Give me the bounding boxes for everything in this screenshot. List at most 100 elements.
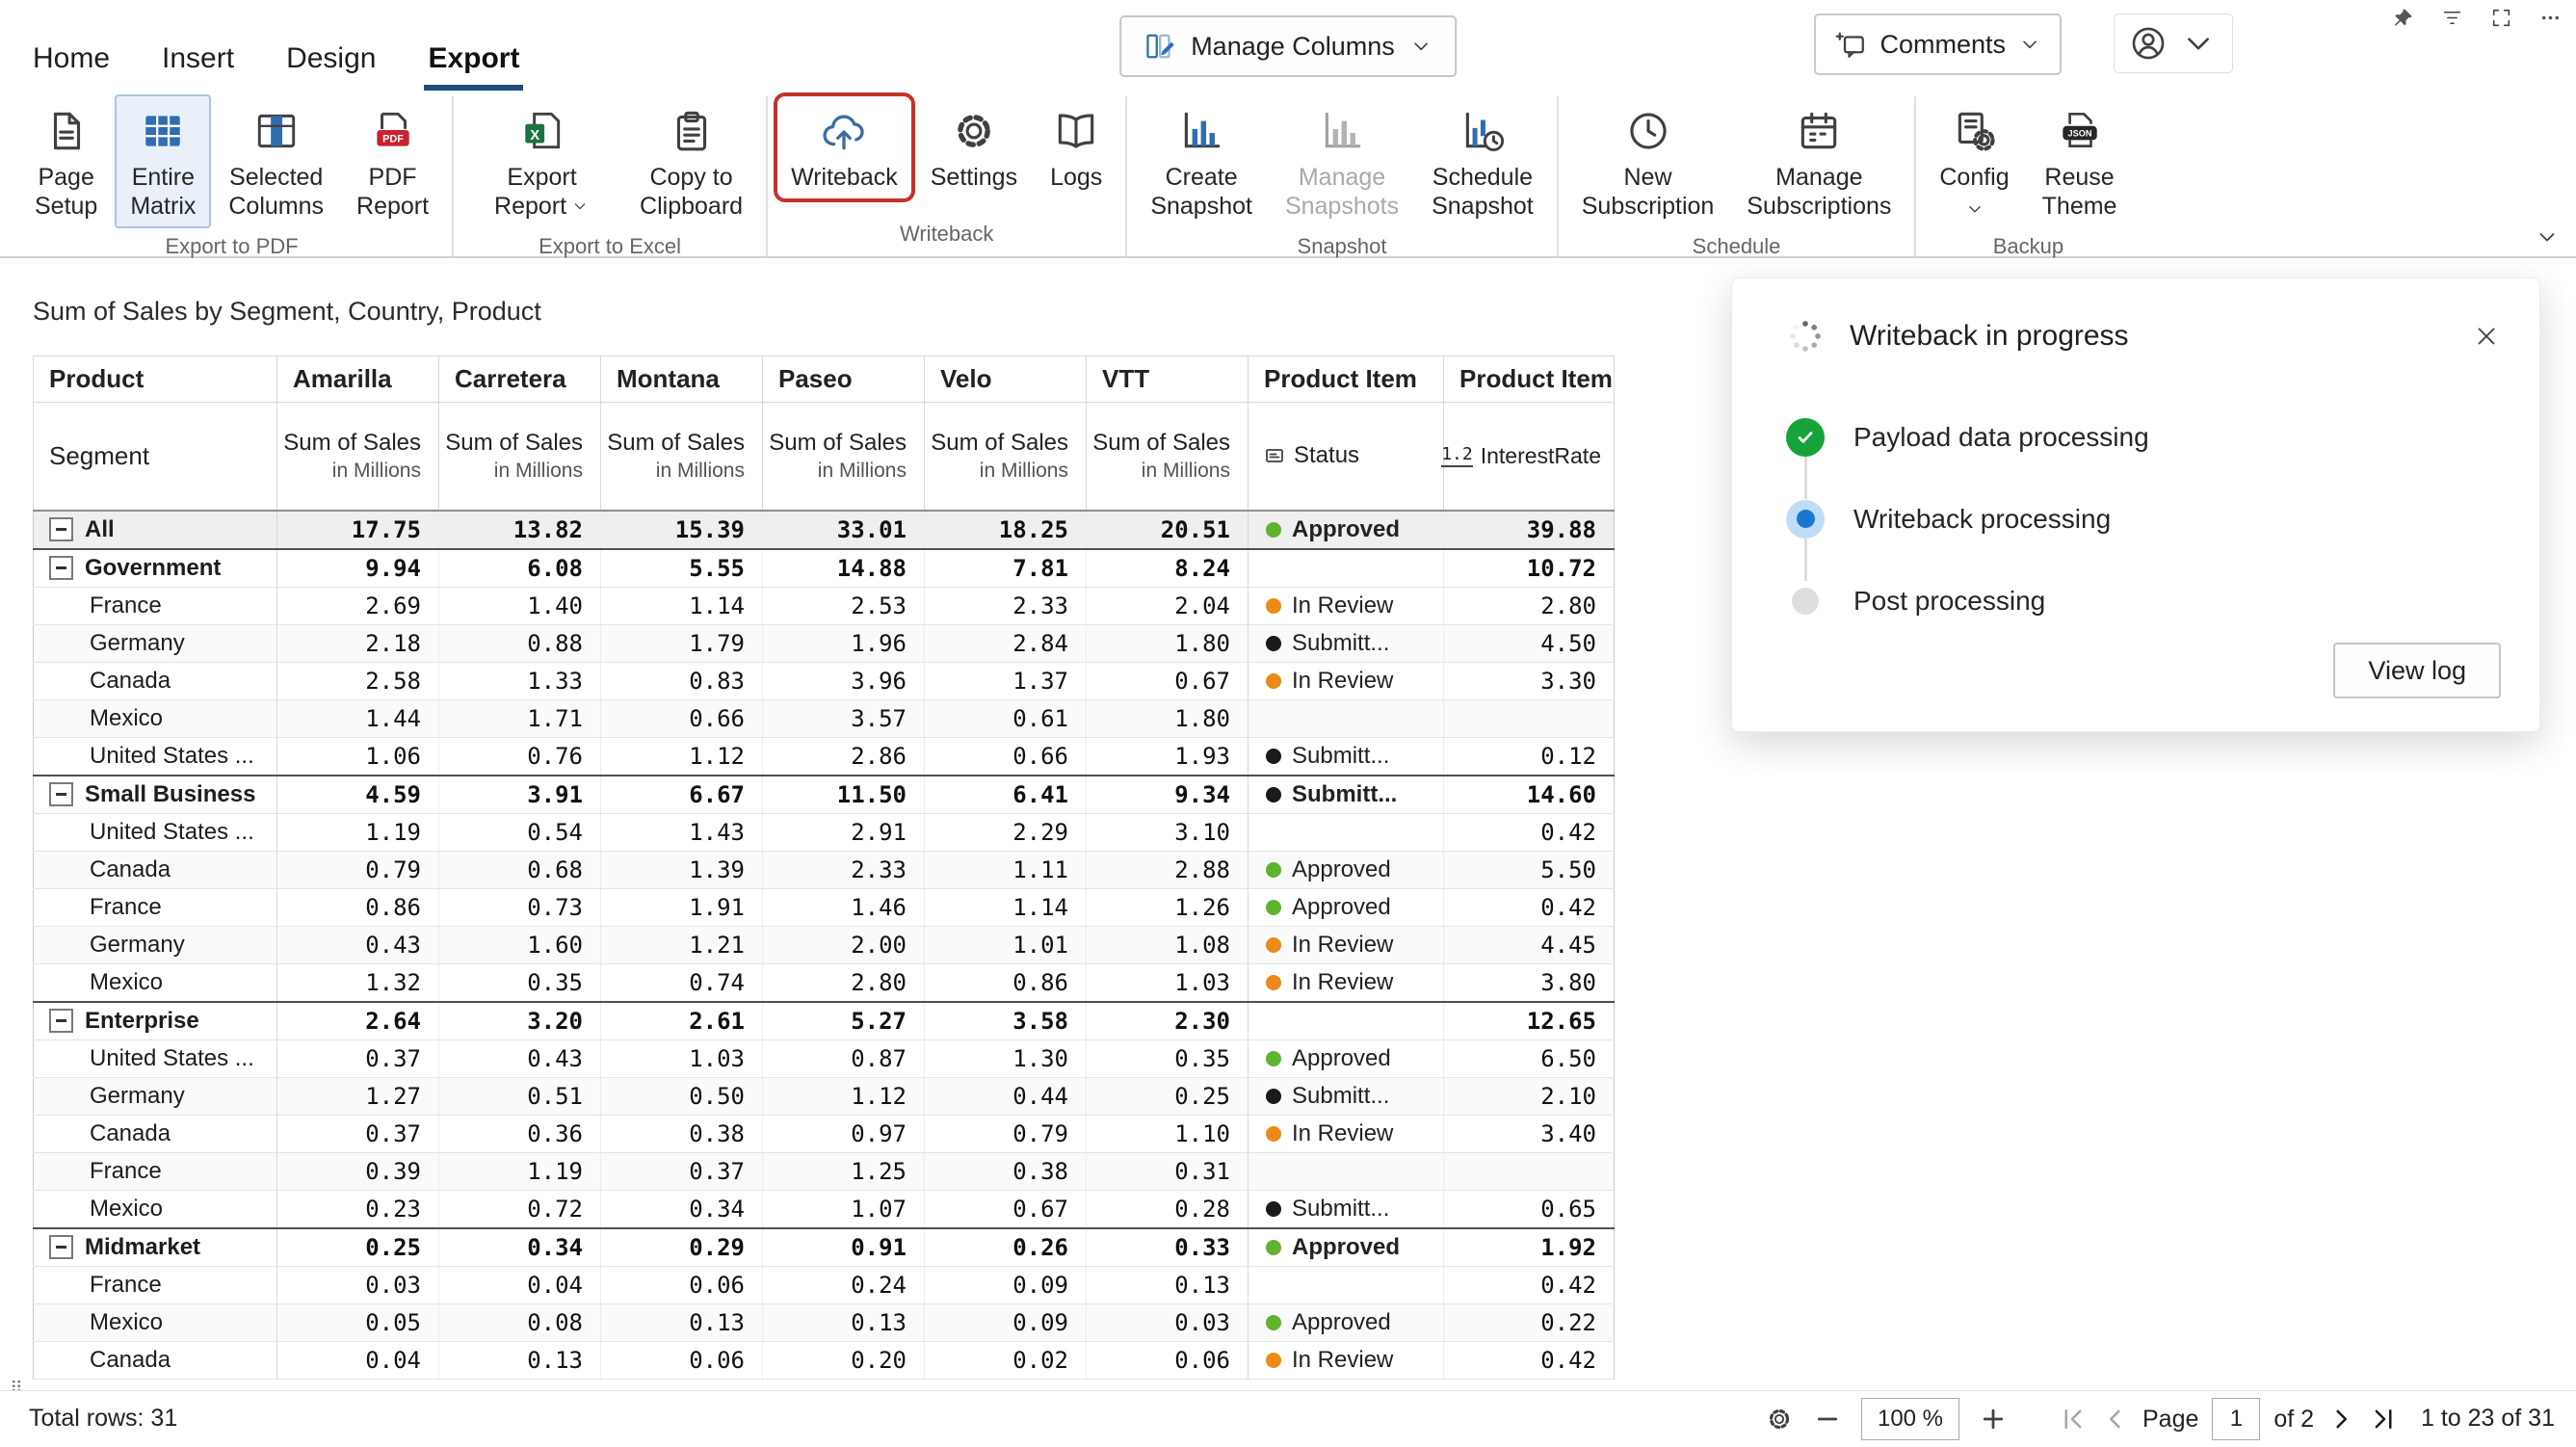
row-label-cell[interactable]: Germany bbox=[34, 624, 277, 662]
sales-value-cell[interactable]: 1.19 bbox=[277, 813, 439, 851]
sales-value-cell[interactable]: 0.33 bbox=[1087, 1228, 1249, 1267]
sales-value-cell[interactable]: 1.14 bbox=[925, 888, 1087, 926]
row-label-cell[interactable]: Germany bbox=[34, 926, 277, 963]
row-label-cell[interactable]: Canada bbox=[34, 851, 277, 888]
collapse-icon[interactable] bbox=[49, 1235, 73, 1259]
sales-value-cell[interactable]: 1.79 bbox=[601, 624, 763, 662]
sales-value-cell[interactable]: 3.57 bbox=[763, 699, 925, 737]
sales-value-cell[interactable]: 2.04 bbox=[1087, 587, 1249, 624]
sales-value-cell[interactable]: 6.41 bbox=[925, 776, 1087, 814]
sales-value-cell[interactable]: 0.97 bbox=[763, 1115, 925, 1152]
sales-value-cell[interactable]: 17.75 bbox=[277, 511, 439, 549]
row-label-cell[interactable]: Small Business bbox=[34, 776, 277, 814]
sales-value-cell[interactable]: 0.37 bbox=[601, 1152, 763, 1190]
pin-icon[interactable] bbox=[2391, 6, 2415, 30]
interestrate-cell[interactable]: 2.80 bbox=[1444, 587, 1615, 624]
sales-value-cell[interactable]: 2.80 bbox=[763, 963, 925, 1002]
sales-value-cell[interactable]: 3.58 bbox=[925, 1002, 1087, 1040]
sales-value-cell[interactable]: 6.08 bbox=[439, 549, 601, 588]
sales-value-cell[interactable]: 2.00 bbox=[763, 926, 925, 963]
row-label-cell[interactable]: Canada bbox=[34, 1341, 277, 1379]
sales-value-cell[interactable]: 0.04 bbox=[277, 1341, 439, 1379]
ribbon-button-new-subscription[interactable]: New Subscription bbox=[1568, 96, 1728, 226]
sales-value-cell[interactable]: 1.12 bbox=[601, 737, 763, 776]
sales-value-cell[interactable]: 0.26 bbox=[925, 1228, 1087, 1267]
column-header-vtt[interactable]: VTT bbox=[1087, 356, 1249, 403]
sales-value-cell[interactable]: 0.87 bbox=[763, 1039, 925, 1077]
column-header-montana[interactable]: Montana bbox=[601, 356, 763, 403]
focus-mode-icon[interactable] bbox=[2489, 6, 2513, 30]
status-cell[interactable]: Submitt... bbox=[1249, 624, 1444, 662]
row-label-cell[interactable]: Mexico bbox=[34, 1303, 277, 1341]
column-header-amarilla[interactable]: Amarilla bbox=[277, 356, 439, 403]
ribbon-button-create-snapshot[interactable]: Create Snapshot bbox=[1137, 96, 1266, 226]
sales-value-cell[interactable]: 0.09 bbox=[925, 1303, 1087, 1341]
sales-value-cell[interactable]: 0.02 bbox=[925, 1341, 1087, 1379]
sales-value-cell[interactable]: 1.06 bbox=[277, 737, 439, 776]
sales-value-cell[interactable]: 2.29 bbox=[925, 813, 1087, 851]
sales-value-cell[interactable]: 1.10 bbox=[1087, 1115, 1249, 1152]
sales-value-cell[interactable]: 1.80 bbox=[1087, 624, 1249, 662]
ribbon-button-reuse-theme[interactable]: JSONReuse Theme bbox=[2029, 96, 2131, 226]
sales-value-cell[interactable]: 0.36 bbox=[439, 1115, 601, 1152]
sales-value-cell[interactable]: 1.44 bbox=[277, 699, 439, 737]
interestrate-cell[interactable] bbox=[1444, 1152, 1615, 1190]
interestrate-cell[interactable]: 0.42 bbox=[1444, 1266, 1615, 1303]
sales-value-cell[interactable]: 0.67 bbox=[925, 1190, 1087, 1228]
ribbon-button-settings[interactable]: Settings bbox=[917, 96, 1031, 198]
status-cell[interactable] bbox=[1249, 813, 1444, 851]
sales-value-cell[interactable]: 14.88 bbox=[763, 549, 925, 588]
tab-export[interactable]: Export bbox=[424, 19, 523, 91]
interestrate-cell[interactable]: 5.50 bbox=[1444, 851, 1615, 888]
filter-icon[interactable] bbox=[2440, 6, 2464, 30]
sales-value-cell[interactable]: 0.31 bbox=[1087, 1152, 1249, 1190]
status-cell[interactable]: In Review bbox=[1249, 1341, 1444, 1379]
sales-value-cell[interactable]: 0.35 bbox=[439, 963, 601, 1002]
sales-value-cell[interactable]: 0.13 bbox=[439, 1341, 601, 1379]
sales-value-cell[interactable]: 1.14 bbox=[601, 587, 763, 624]
interestrate-cell[interactable]: 12.65 bbox=[1444, 1002, 1615, 1040]
last-page-button[interactable] bbox=[2370, 1405, 2399, 1434]
status-cell[interactable]: In Review bbox=[1249, 587, 1444, 624]
row-label-cell[interactable]: France bbox=[34, 1266, 277, 1303]
sales-value-cell[interactable]: 0.43 bbox=[277, 926, 439, 963]
column-header-paseo[interactable]: Paseo bbox=[763, 356, 925, 403]
row-label-cell[interactable]: Mexico bbox=[34, 963, 277, 1002]
sales-value-cell[interactable]: 2.33 bbox=[763, 851, 925, 888]
row-label-cell[interactable]: United States ... bbox=[34, 813, 277, 851]
sales-value-cell[interactable]: 2.64 bbox=[277, 1002, 439, 1040]
measure-header[interactable]: Sum of Salesin Millions bbox=[277, 403, 439, 511]
sales-value-cell[interactable]: 0.44 bbox=[925, 1077, 1087, 1115]
interestrate-cell[interactable]: 0.65 bbox=[1444, 1190, 1615, 1228]
sales-value-cell[interactable]: 2.88 bbox=[1087, 851, 1249, 888]
ribbon-button-copy-to-clipboard[interactable]: Copy to Clipboard bbox=[626, 96, 756, 226]
row-label-cell[interactable]: Germany bbox=[34, 1077, 277, 1115]
sales-value-cell[interactable]: 1.43 bbox=[601, 813, 763, 851]
sales-value-cell[interactable]: 0.61 bbox=[925, 699, 1087, 737]
sales-value-cell[interactable]: 0.68 bbox=[439, 851, 601, 888]
sales-value-cell[interactable]: 0.34 bbox=[439, 1228, 601, 1267]
row-label-cell[interactable]: Canada bbox=[34, 662, 277, 699]
column-header-velo[interactable]: Velo bbox=[925, 356, 1087, 403]
sales-value-cell[interactable]: 0.86 bbox=[277, 888, 439, 926]
sales-value-cell[interactable]: 0.79 bbox=[925, 1115, 1087, 1152]
sales-value-cell[interactable]: 1.27 bbox=[277, 1077, 439, 1115]
sales-value-cell[interactable]: 0.25 bbox=[1087, 1077, 1249, 1115]
sales-value-cell[interactable]: 0.25 bbox=[277, 1228, 439, 1267]
sales-value-cell[interactable]: 0.35 bbox=[1087, 1039, 1249, 1077]
row-header-segment[interactable]: Segment bbox=[34, 403, 277, 511]
sales-value-cell[interactable]: 0.20 bbox=[763, 1341, 925, 1379]
sales-value-cell[interactable]: 7.81 bbox=[925, 549, 1087, 588]
sales-value-cell[interactable]: 3.10 bbox=[1087, 813, 1249, 851]
status-cell[interactable]: Submitt... bbox=[1249, 1077, 1444, 1115]
ribbon-button-manage-snapshots[interactable]: Manage Snapshots bbox=[1272, 96, 1412, 226]
interestrate-cell[interactable] bbox=[1444, 699, 1615, 737]
ribbon-button-entire-matrix[interactable]: Entire Matrix bbox=[117, 96, 209, 226]
status-cell[interactable]: Submitt... bbox=[1249, 776, 1444, 814]
interestrate-cell[interactable]: 0.22 bbox=[1444, 1303, 1615, 1341]
sales-value-cell[interactable]: 1.32 bbox=[277, 963, 439, 1002]
status-cell[interactable]: Approved bbox=[1249, 851, 1444, 888]
sales-value-cell[interactable]: 2.53 bbox=[763, 587, 925, 624]
page-number-input[interactable]: 1 bbox=[2212, 1398, 2260, 1440]
column-header-product[interactable]: Product bbox=[34, 356, 277, 403]
